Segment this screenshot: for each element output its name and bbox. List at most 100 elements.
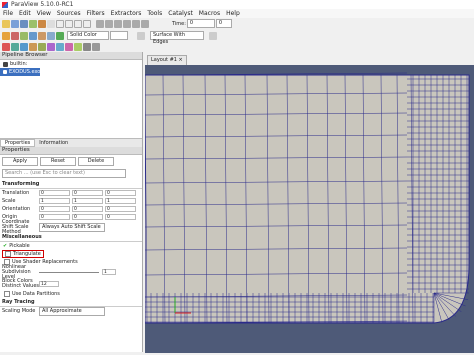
scale-label: Scale — [2, 198, 16, 204]
menu-help[interactable]: Help — [223, 10, 243, 17]
translation-x[interactable]: 0 — [39, 190, 70, 196]
rescale-icon[interactable] — [20, 31, 28, 40]
loop-icon[interactable] — [141, 19, 149, 28]
slice-icon[interactable] — [29, 42, 37, 51]
origin-z[interactable]: 0 — [105, 214, 136, 220]
rescale-custom-icon[interactable] — [29, 31, 37, 40]
block-colors-row: Block Colors Distinct Values 12 — [0, 278, 142, 290]
connect-icon[interactable] — [38, 19, 46, 28]
triangulate-label: Triangulate — [13, 251, 41, 257]
properties-header: Properties — [0, 147, 142, 155]
undo-icon[interactable] — [56, 19, 64, 28]
extract-subset-icon[interactable] — [47, 42, 55, 51]
toggle-visibility-icon[interactable] — [209, 31, 217, 40]
open-icon[interactable] — [2, 19, 10, 28]
menu-file[interactable]: File — [0, 10, 16, 17]
builtin-label: builtin: — [10, 61, 28, 67]
nonlinear-slider[interactable] — [39, 271, 99, 273]
misc-section: Miscellaneous — [0, 233, 142, 242]
clip-icon[interactable] — [20, 42, 28, 51]
time-step-field[interactable]: 0 — [215, 19, 232, 28]
render-view[interactable] — [144, 65, 474, 353]
pipeline-item-source[interactable]: EXODUS.exo — [0, 68, 40, 76]
tab-properties[interactable]: Properties — [0, 139, 36, 147]
origin-y[interactable]: 0 — [72, 214, 103, 220]
disconnect-icon[interactable] — [47, 19, 55, 28]
delete-button[interactable]: Delete — [78, 157, 114, 166]
load-state-icon[interactable] — [29, 19, 37, 28]
calculator-icon[interactable] — [2, 42, 10, 51]
nonlinear-value[interactable]: 1 — [102, 269, 116, 275]
menu-tools[interactable]: Tools — [144, 10, 165, 17]
orientation-z[interactable]: 0 — [105, 206, 136, 212]
warp-icon[interactable] — [74, 42, 82, 51]
translation-row: Translation 0 0 0 — [0, 189, 142, 197]
translation-y[interactable]: 0 — [72, 190, 103, 196]
menu-filters[interactable]: Filters — [84, 10, 108, 17]
toggle-color-legend-icon[interactable] — [2, 31, 10, 40]
coloring-component-select[interactable] — [110, 31, 128, 40]
origin-x[interactable]: 0 — [39, 214, 70, 220]
window-title: ParaView 5.10.0-RC1 — [11, 1, 74, 8]
block-colors-value[interactable]: 12 — [39, 281, 59, 287]
redo-icon[interactable] — [65, 19, 73, 28]
nonlinear-row: Nonlinear Subdivision Level 1 — [0, 264, 142, 279]
time-field[interactable]: 0 — [186, 19, 215, 28]
mesh-canvas[interactable] — [144, 65, 474, 353]
edit-color-map-icon[interactable] — [11, 31, 19, 40]
transforming-section: Transforming — [0, 180, 142, 189]
group-datasets-icon[interactable] — [83, 42, 91, 51]
last-frame-icon[interactable] — [132, 19, 140, 28]
pickable-checkbox[interactable]: ✔ — [3, 243, 7, 249]
eye-icon[interactable] — [3, 70, 7, 74]
scaling-mode-label: Scaling Mode — [2, 308, 36, 314]
representation-select[interactable]: Surface With Edges — [150, 31, 204, 45]
triangulate-checkbox[interactable] — [5, 251, 11, 257]
menu-sources[interactable]: Sources — [54, 10, 84, 17]
contour-icon[interactable] — [11, 42, 19, 51]
main-toolbar: Time: 0 0 — [0, 18, 474, 29]
scale-z[interactable]: 1 — [105, 198, 136, 204]
scaling-mode-select[interactable]: All Approximate — [39, 306, 105, 316]
rescale-temporal-icon[interactable] — [38, 31, 46, 40]
menu-view[interactable]: View — [34, 10, 54, 17]
coord-shift-select[interactable]: Always Auto Shift Scale — [39, 222, 105, 232]
scale-y[interactable]: 1 — [72, 198, 103, 204]
tab-information[interactable]: Information — [35, 140, 72, 146]
next-frame-icon[interactable] — [123, 19, 131, 28]
menu-catalyst[interactable]: Catalyst — [165, 10, 196, 17]
translation-z[interactable]: 0 — [105, 190, 136, 196]
data-partitions-label: Use Data Partitions — [12, 291, 60, 297]
reset-camera-icon[interactable] — [137, 31, 145, 40]
orientation-y[interactable]: 0 — [72, 206, 103, 212]
save-icon[interactable] — [11, 19, 19, 28]
properties-buttons: Apply Reset Delete — [0, 155, 142, 167]
camera-undo-icon[interactable] — [74, 19, 82, 28]
stream-tracer-icon[interactable] — [65, 42, 73, 51]
menu-macros[interactable]: Macros — [196, 10, 223, 17]
first-frame-icon[interactable] — [96, 19, 104, 28]
save-state-icon[interactable] — [20, 19, 28, 28]
triangulate-row: Triangulate — [0, 250, 142, 258]
translation-label: Translation — [2, 190, 30, 196]
orientation-x[interactable]: 0 — [39, 206, 70, 212]
reset-button[interactable]: Reset — [40, 157, 76, 166]
pipeline-builtin[interactable]: builtin: — [0, 60, 142, 68]
scale-x[interactable]: 1 — [39, 198, 70, 204]
play-icon[interactable] — [114, 19, 122, 28]
orientation-label: Orientation — [2, 206, 31, 212]
prev-frame-icon[interactable] — [105, 19, 113, 28]
menu-edit[interactable]: Edit — [16, 10, 34, 17]
coord-shift-row: Coordinate Shift Scale Method Always Aut… — [0, 219, 142, 234]
extract-level-icon[interactable] — [92, 42, 100, 51]
interact-icon[interactable] — [56, 31, 64, 40]
properties-search[interactable]: Search ... (use Esc to clear text) — [2, 169, 126, 178]
glyph-icon[interactable] — [56, 42, 64, 51]
menu-extractors[interactable]: Extractors — [108, 10, 145, 17]
threshold-icon[interactable] — [38, 42, 46, 51]
rescale-visible-icon[interactable] — [47, 31, 55, 40]
apply-button[interactable]: Apply — [2, 157, 38, 166]
coloring-select[interactable]: Solid Color — [67, 31, 109, 40]
data-partitions-checkbox[interactable] — [4, 291, 10, 297]
camera-redo-icon[interactable] — [83, 19, 91, 28]
